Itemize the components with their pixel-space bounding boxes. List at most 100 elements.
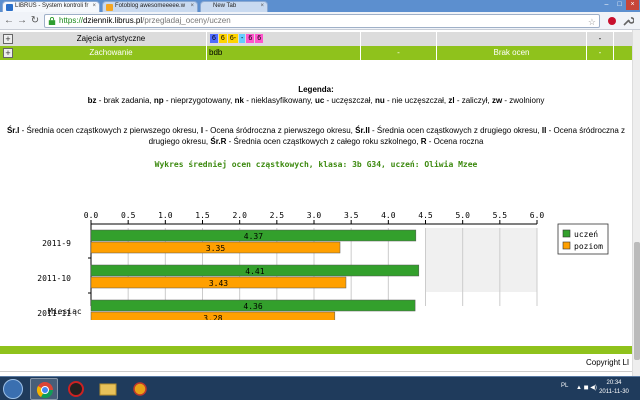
tab-librus[interactable]: LIBRUS - System kontroli fr ×: [2, 1, 100, 12]
chrome-taskbar-icon[interactable]: [30, 378, 58, 400]
clock-time: 20:34: [606, 380, 622, 386]
clock-date: 2011-11-30: [599, 389, 629, 395]
row-extra: -: [598, 34, 602, 43]
x-tick-label: 0.5: [121, 211, 136, 220]
sun-icon: [133, 382, 147, 396]
legend-line: bz - brak zadania, np - nieprzygotowany,…: [0, 96, 632, 105]
abbreviation-desc: - nieklasyfikowany,: [243, 96, 315, 105]
column-divider: [436, 32, 437, 46]
minimize-icon[interactable]: –: [600, 0, 613, 10]
abbreviation-code: uc: [314, 96, 325, 105]
tab-fotoblog[interactable]: Fotoblog awesomeeeee.w ×: [102, 1, 198, 12]
subject-name: Zachowanie: [89, 48, 133, 57]
extension-icon[interactable]: [606, 15, 618, 27]
abbreviation-code: Śr.I: [6, 126, 20, 135]
folder-icon: [99, 383, 117, 396]
grades-cell: 6 6 6- -6 6: [210, 32, 360, 46]
back-arrow-icon[interactable]: ←: [3, 15, 15, 27]
legend-label: uczeń: [574, 230, 598, 239]
bar-value-label: 3.43: [209, 279, 228, 288]
column-divider: [360, 32, 361, 46]
fotoblog-favicon-icon: [106, 4, 113, 11]
subject-name: Zajęcia artystyczne: [76, 34, 146, 43]
x-tick-label: 6.0: [530, 211, 545, 220]
abbreviations-line: drugiego okresu, Śr.R - Średnia ocen czą…: [0, 137, 632, 146]
close-tab-icon[interactable]: ×: [260, 3, 264, 9]
address-bar[interactable]: https://dziennik.librus.pl/przegladaj_oc…: [44, 14, 600, 28]
page-scrollbar[interactable]: [632, 30, 640, 376]
window-close-icon[interactable]: ×: [626, 0, 639, 10]
scrollbar-thumb[interactable]: [634, 242, 640, 360]
abbreviation-desc: - Ocena śródroczna z: [546, 126, 626, 135]
abbreviation-desc: - Średnia ocen cząstkowych z drugiego ok…: [369, 126, 542, 135]
category-label: 2011-10: [37, 274, 71, 283]
last-value: -: [598, 48, 602, 57]
chrome-icon: [36, 382, 54, 399]
legend-label: poziom: [574, 242, 603, 251]
table-row: + Zachowanie bdb - Brak ocen -: [0, 46, 632, 60]
bar-value-label: 3.35: [206, 244, 225, 253]
x-tick-label: 4.0: [381, 211, 396, 220]
abbreviation-code: Śr.II: [355, 126, 370, 135]
grade-badge[interactable]: 6-: [227, 34, 239, 44]
start-button-icon[interactable]: [3, 379, 23, 399]
media-player-icon: [68, 381, 84, 397]
y-axis-label: Miesiąc: [48, 307, 82, 316]
abbreviation-desc: drugiego okresu,: [148, 137, 211, 146]
lock-icon: [48, 17, 56, 25]
tab-label: LIBRUS - System kontroli fr: [15, 3, 89, 9]
table-row: + Zajęcia artystyczne 6 6 6- -6 6 -: [0, 32, 632, 46]
bar-value-label: 3.28: [203, 314, 222, 320]
abbreviations-line: Śr.I - Średnia ocen cząstkowych z pierws…: [0, 126, 632, 135]
close-tab-icon[interactable]: ×: [92, 3, 96, 9]
abbreviation-desc: - Ocena roczna: [426, 137, 484, 146]
librus-favicon-icon: [6, 4, 13, 11]
x-tick-label: 5.0: [455, 211, 470, 220]
tab-label: Fotoblog awesomeeeee.w: [115, 3, 186, 9]
media-taskbar-icon[interactable]: [62, 378, 90, 400]
grade-badge[interactable]: -: [239, 34, 246, 44]
language-indicator[interactable]: PL: [561, 383, 568, 389]
explorer-taskbar-icon[interactable]: [94, 378, 122, 400]
abbreviation-desc: - Średnia ocen cząstkowych z całego roku…: [226, 137, 421, 146]
clock[interactable]: 20:34 2011-11-30: [596, 379, 632, 397]
url-host: dziennik.librus.pl: [83, 16, 143, 25]
abbreviation-code: nk: [234, 96, 244, 105]
x-tick-label: 2.5: [270, 211, 285, 220]
abbreviation-desc: - uczęszczał,: [324, 96, 375, 105]
screen: LIBRUS - System kontroli fr × Fotoblog a…: [0, 0, 640, 400]
grade-badge[interactable]: 6: [246, 34, 255, 44]
x-tick-label: 3.5: [344, 211, 359, 220]
page-content: + Zajęcia artystyczne 6 6 6- -6 6 - + Zachow…: [0, 30, 640, 376]
maximize-icon[interactable]: □: [613, 0, 626, 10]
bar-value-label: 4.37: [244, 232, 263, 241]
mid-value: -: [397, 48, 400, 57]
x-tick-label: 1.0: [158, 211, 173, 220]
forward-arrow-icon[interactable]: →: [16, 15, 28, 27]
abbreviation-desc: - zwolniony: [502, 96, 545, 105]
grid-band: [425, 228, 537, 292]
wrench-icon[interactable]: [622, 15, 634, 27]
close-tab-icon[interactable]: ×: [190, 3, 194, 9]
reload-icon[interactable]: ↻: [29, 15, 41, 27]
tab-new[interactable]: New Tab ×: [200, 1, 268, 12]
browser-tabbar: LIBRUS - System kontroli fr × Fotoblog a…: [0, 0, 640, 12]
abbreviation-desc: - zaliczył,: [454, 96, 492, 105]
legend-swatch: [562, 241, 571, 250]
expand-plus-icon[interactable]: +: [3, 34, 13, 44]
browser-toolbar: ← → ↻ https://dziennik.librus.pl/przegla…: [0, 12, 640, 30]
grade-badge[interactable]: 6: [255, 34, 264, 44]
system-tray-icons[interactable]: ▲ ◼ ◀): [576, 384, 597, 391]
grade-badge[interactable]: 6: [210, 34, 218, 44]
x-tick-label: 1.5: [195, 211, 210, 220]
abbreviation-code: nu: [375, 96, 385, 105]
expand-plus-icon[interactable]: +: [3, 48, 13, 58]
abbreviation-desc: - Ocena śródroczna z pierwszego okresu,: [203, 126, 356, 135]
abbreviation-desc: - brak zadania,: [96, 96, 154, 105]
grade-badge[interactable]: 6: [218, 34, 227, 44]
abbreviation-desc: - nieprzygotowany,: [163, 96, 235, 105]
app-taskbar-icon[interactable]: [126, 378, 154, 400]
column-divider: [206, 32, 207, 46]
average-grades-chart: 0.0 0.5 1.0 1.5 2.0 2.5 3.0 3.5 4.0 4.5 5.0 5.5 6.0 4…: [0, 170, 632, 329]
bookmark-star-icon[interactable]: ☆: [588, 16, 596, 27]
